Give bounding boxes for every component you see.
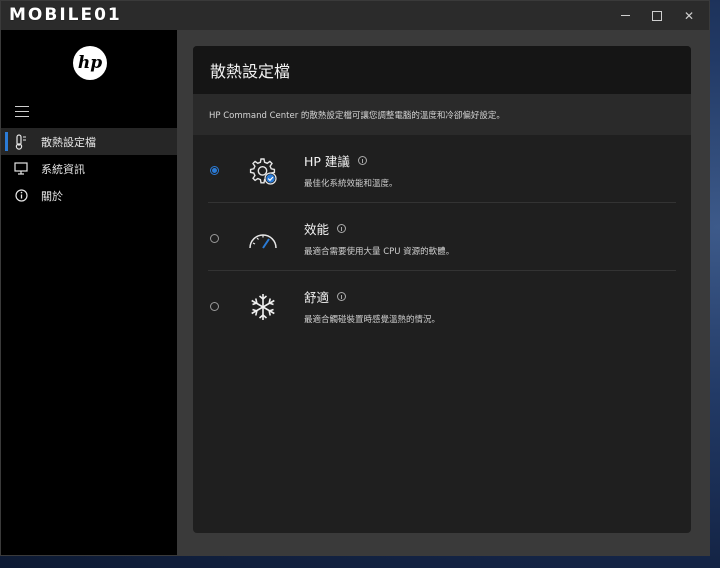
sidebar: hp 散熱設定檔 系統資訊 關於 <box>1 30 177 555</box>
maximize-button[interactable] <box>641 1 673 30</box>
monitor-icon <box>13 161 29 177</box>
profile-options: HP 建議 最佳化系統效能和溫度。 效能 最適合需要使用大量 CPU 資源的軟體… <box>193 135 691 338</box>
close-icon: ✕ <box>683 8 695 23</box>
thermal-profile-card: 散熱設定檔 HP Command Center 的散熱設定檔可讓您調整電腦的溫度… <box>193 46 691 533</box>
option-description: 最佳化系統效能和溫度。 <box>304 179 398 189</box>
sidebar-item-label: 散熱設定檔 <box>41 135 96 149</box>
profile-option-performance[interactable]: 效能 最適合需要使用大量 CPU 資源的軟體。 <box>208 203 676 271</box>
profile-option-comfort[interactable]: 舒適 最適合觸碰裝置時感覺溫熱的情況。 <box>208 271 676 338</box>
sidebar-item-about[interactable]: 關於 <box>1 182 177 209</box>
info-icon[interactable] <box>357 156 367 165</box>
close-button[interactable]: ✕ <box>673 1 705 30</box>
option-title: 效能 <box>304 219 347 238</box>
option-title: HP 建議 <box>304 151 367 170</box>
option-description: 最適合觸碰裝置時感覺溫熱的情況。 <box>304 315 441 325</box>
title-bar[interactable]: MOBILE01 ✕ <box>1 1 709 30</box>
sidebar-item-thermal-profile[interactable]: 散熱設定檔 <box>1 128 177 155</box>
radio-performance[interactable] <box>210 234 219 243</box>
page-description: HP Command Center 的散熱設定檔可讓您調整電腦的溫度和冷卻偏好設… <box>193 94 691 135</box>
info-icon <box>13 188 29 204</box>
hp-logo: hp <box>73 46 107 80</box>
snowflake-icon <box>248 292 278 322</box>
info-icon[interactable] <box>337 224 347 233</box>
option-title-text: 舒適 <box>304 290 330 305</box>
option-title: 舒適 <box>304 287 347 306</box>
maximize-icon <box>652 10 662 21</box>
gear-check-icon <box>248 156 278 186</box>
page-title: 散熱設定檔 <box>193 46 691 94</box>
main-content: 散熱設定檔 HP Command Center 的散熱設定檔可讓您調整電腦的溫度… <box>177 30 709 555</box>
radio-comfort[interactable] <box>210 302 219 311</box>
profile-option-hp-recommended[interactable]: HP 建議 最佳化系統效能和溫度。 <box>208 135 676 203</box>
thermometer-icon <box>13 133 29 150</box>
option-title-text: 效能 <box>304 222 330 237</box>
option-title-text: HP 建議 <box>304 154 350 169</box>
sidebar-nav: 散熱設定檔 系統資訊 關於 <box>1 128 177 209</box>
radio-hp-recommended[interactable] <box>210 166 219 175</box>
sidebar-item-system-info[interactable]: 系統資訊 <box>1 155 177 182</box>
option-description: 最適合需要使用大量 CPU 資源的軟體。 <box>304 247 455 257</box>
watermark-logo: MOBILE01 <box>9 5 122 25</box>
hamburger-menu-icon[interactable] <box>15 106 29 117</box>
sidebar-item-label: 關於 <box>41 189 63 203</box>
minimize-button[interactable] <box>609 1 641 30</box>
app-window: MOBILE01 ✕ hp 散熱設定檔 系統資訊 關於 散熱設定檔 HP Com… <box>0 0 710 556</box>
minimize-icon <box>620 15 630 16</box>
sidebar-item-label: 系統資訊 <box>41 162 85 176</box>
info-icon[interactable] <box>337 292 347 301</box>
speedometer-icon <box>248 224 278 254</box>
